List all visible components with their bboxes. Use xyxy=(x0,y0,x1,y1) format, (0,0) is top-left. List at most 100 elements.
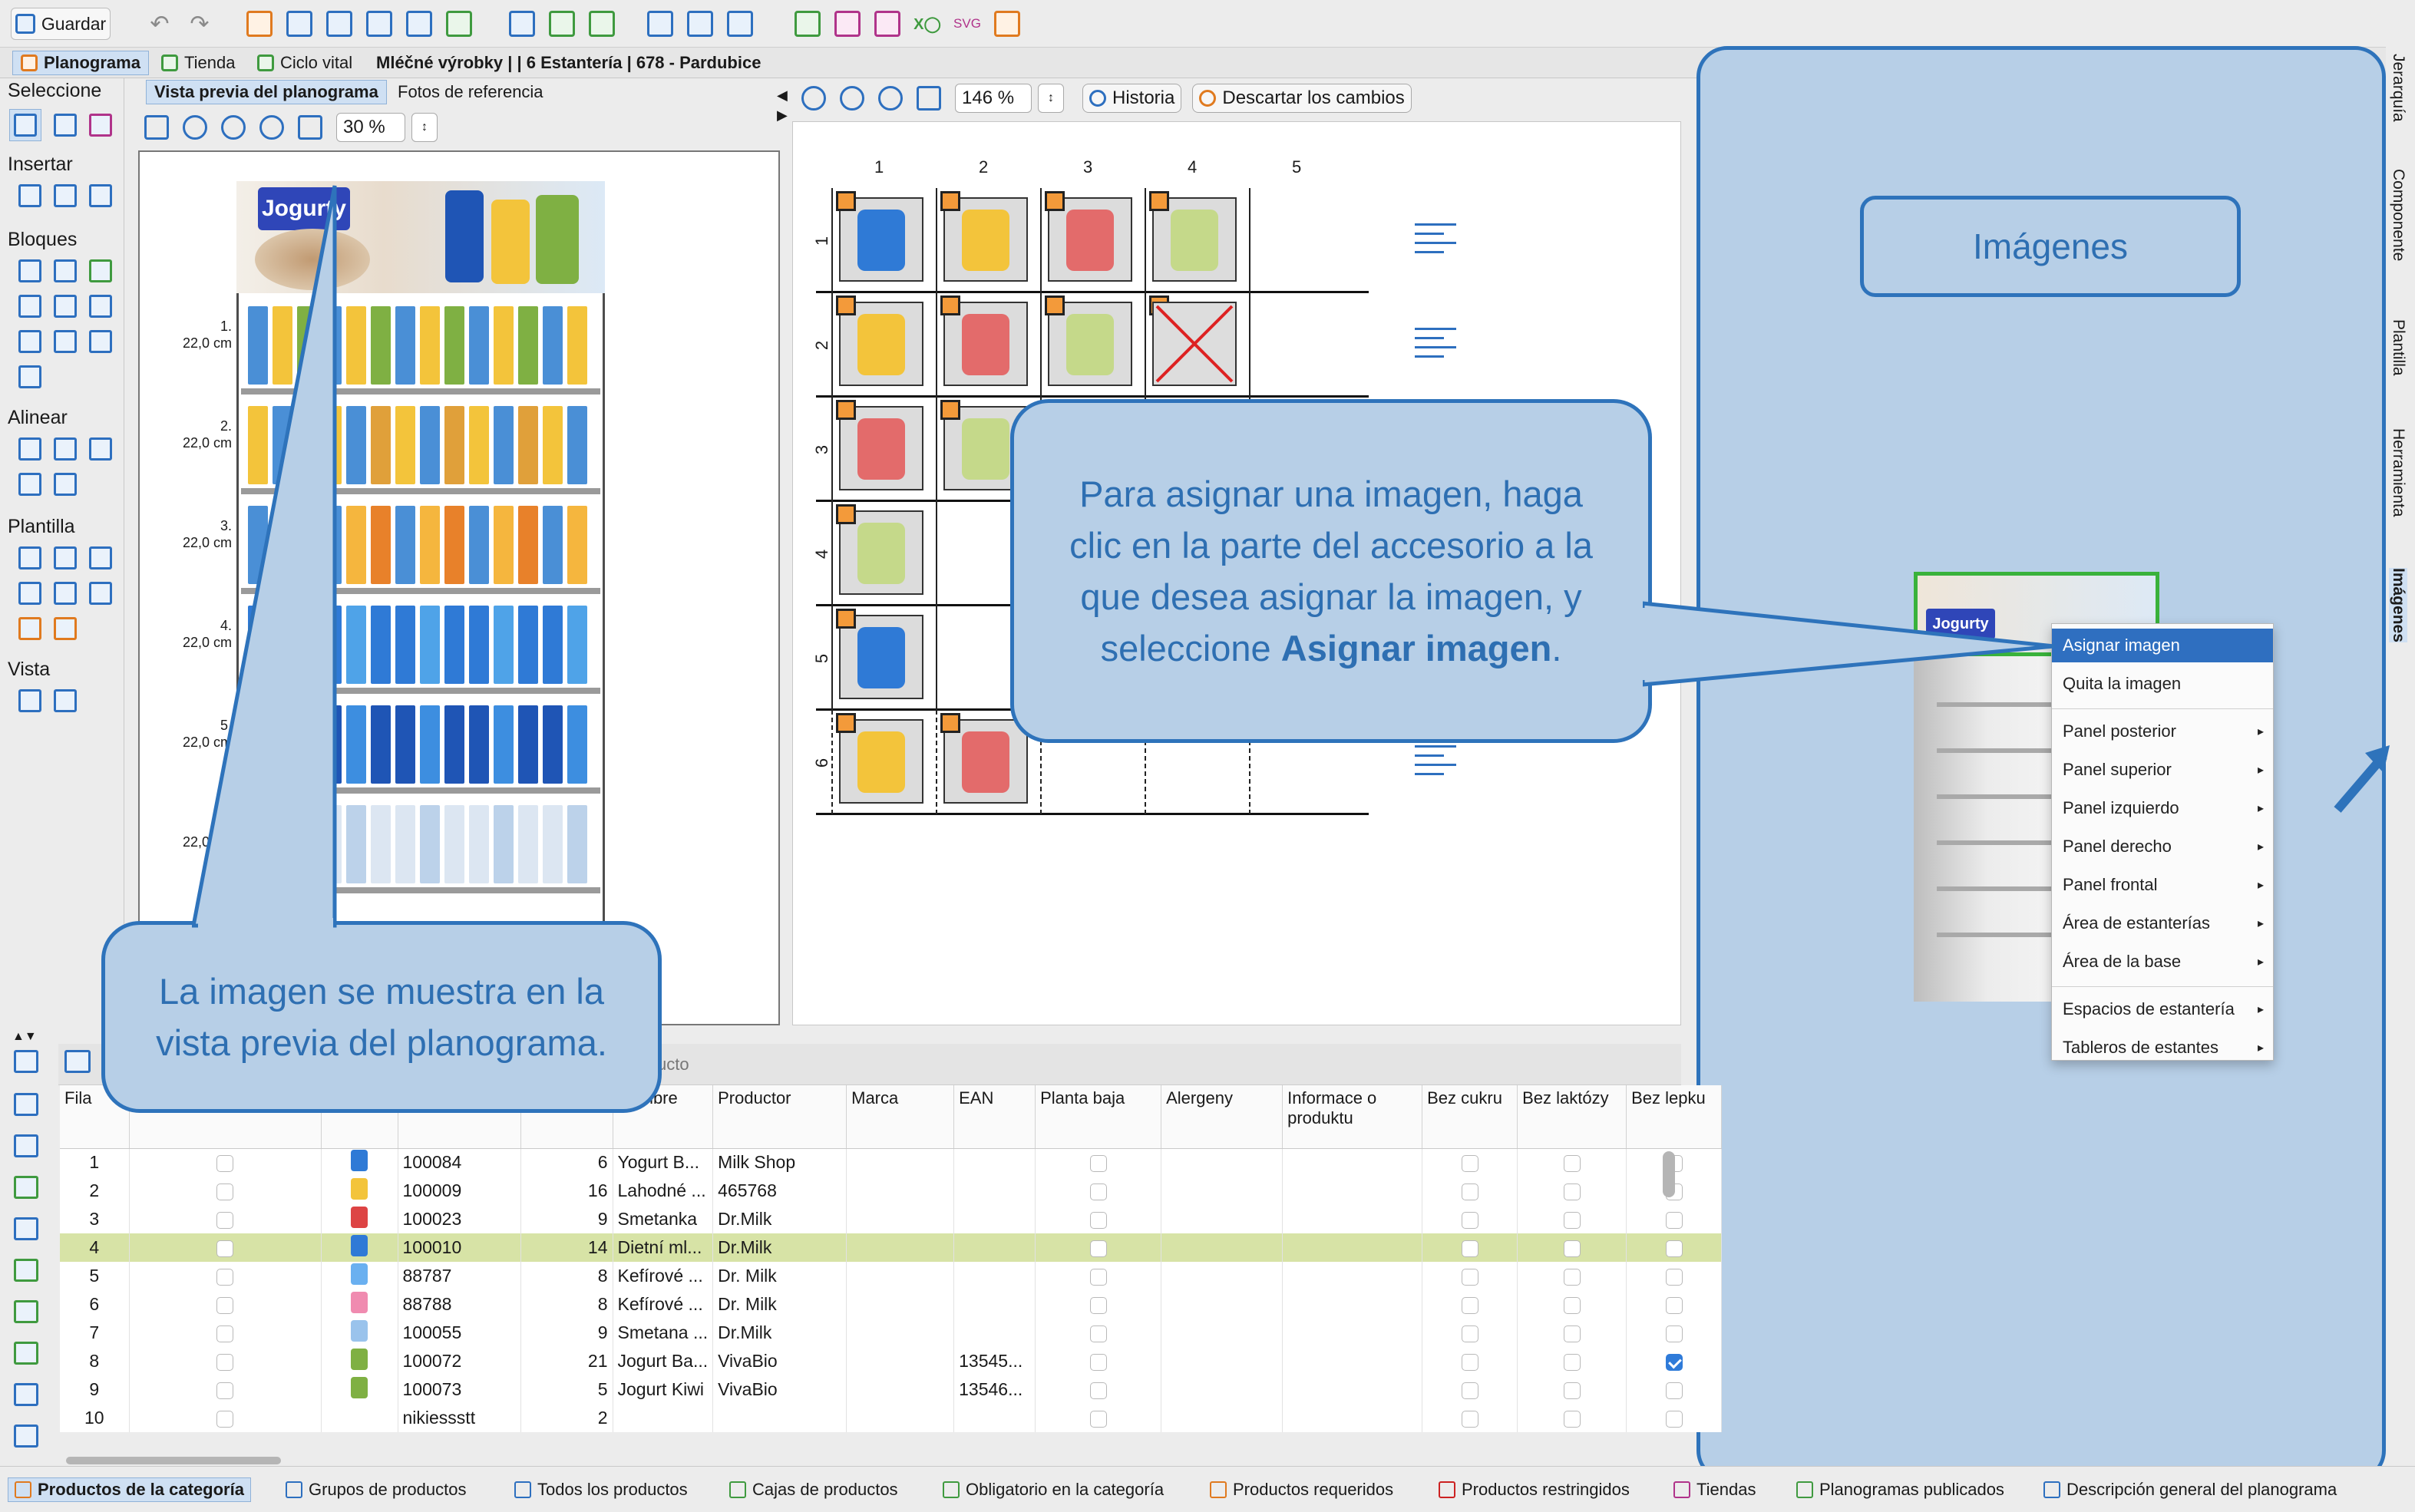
sugar-free-checkbox[interactable] xyxy=(1461,1296,1478,1314)
lactose-free-checkbox[interactable] xyxy=(1563,1155,1581,1173)
category-tab[interactable]: Tiendas xyxy=(1673,1477,1756,1502)
block-move-icon[interactable] xyxy=(18,330,41,353)
grid-zoom-stepper[interactable]: ↕ xyxy=(1038,84,1064,113)
template-icon[interactable] xyxy=(18,546,41,569)
block-merge-icon[interactable] xyxy=(89,330,112,353)
marked-checkbox[interactable] xyxy=(216,1183,233,1200)
gluten-free-checkbox[interactable] xyxy=(1665,1410,1683,1428)
marked-checkbox[interactable] xyxy=(216,1382,233,1399)
table-vertical-scrollbar[interactable] xyxy=(1663,1151,1675,1197)
position-marker[interactable] xyxy=(836,400,856,420)
history-button[interactable]: Historia xyxy=(1082,84,1182,113)
lactose-free-checkbox[interactable] xyxy=(1563,1325,1581,1342)
column-header[interactable]: Bez lepku xyxy=(1626,1085,1723,1149)
template-warning-icon[interactable] xyxy=(54,617,77,640)
column-header[interactable]: Informace o produktu xyxy=(1282,1085,1423,1149)
block-layout-icon[interactable] xyxy=(18,365,41,388)
sugar-free-checkbox[interactable] xyxy=(1461,1211,1478,1229)
menu-item[interactable]: Área de estanterías ▸ xyxy=(2052,906,2273,940)
preview-zoom-stepper[interactable]: ↕ xyxy=(411,113,438,142)
menu-item[interactable]: Panel frontal ▸ xyxy=(2052,868,2273,902)
gluten-free-checkbox[interactable] xyxy=(1665,1296,1683,1314)
align-left-icon[interactable] xyxy=(18,437,41,461)
select-area-icon[interactable] xyxy=(54,114,77,137)
camera-icon[interactable] xyxy=(364,8,395,40)
category-tab[interactable]: Planogramas publicados xyxy=(1796,1477,2004,1502)
marked-checkbox[interactable] xyxy=(216,1240,233,1257)
vtab-tool[interactable]: Herramienta xyxy=(2389,428,2407,517)
menu-item[interactable]: Área de la base ▸ xyxy=(2052,945,2273,979)
open-external-icon[interactable] xyxy=(144,115,169,140)
block-3d-icon[interactable] xyxy=(89,259,112,282)
tab-planogram[interactable]: Planograma xyxy=(12,51,149,75)
ground-floor-checkbox[interactable] xyxy=(1089,1183,1107,1200)
house-icon[interactable] xyxy=(725,8,755,40)
table-settings-icon[interactable] xyxy=(64,1050,91,1073)
discard-changes-button[interactable]: Descartar los cambios xyxy=(1192,84,1412,113)
column-header[interactable]: Alergeny xyxy=(1161,1085,1283,1149)
zoom-out-icon[interactable] xyxy=(840,86,864,111)
collapse-up-icon[interactable]: ▲▼ xyxy=(12,1030,37,1044)
vtab-hierarchy[interactable]: Jerarquía xyxy=(2389,54,2407,122)
tab-lifecycle[interactable]: Ciclo vital xyxy=(249,51,360,75)
category-tab[interactable]: Obligatorio en la categoría xyxy=(943,1477,1164,1502)
menu-item[interactable]: Tableros de estantes ▸ xyxy=(2052,1031,2273,1065)
ground-floor-checkbox[interactable] xyxy=(1089,1410,1107,1428)
block-icon[interactable] xyxy=(18,259,41,282)
lactose-free-checkbox[interactable] xyxy=(1563,1240,1581,1257)
zoom-fit-icon[interactable] xyxy=(878,86,903,111)
insert-text-icon[interactable] xyxy=(89,184,112,207)
map-pin-icon[interactable] xyxy=(792,8,823,40)
gluten-free-checkbox[interactable] xyxy=(1665,1382,1683,1399)
zoom-fit-icon[interactable] xyxy=(259,115,284,140)
planogram-view-icon[interactable] xyxy=(507,8,537,40)
gluten-free-checkbox[interactable] xyxy=(1665,1268,1683,1286)
table-row[interactable]: 9 100073 5 Jogurt Kiwi VivaBio 13546... xyxy=(60,1375,1723,1404)
view-swap-icon[interactable] xyxy=(18,689,41,712)
marked-checkbox[interactable] xyxy=(216,1325,233,1342)
tab-planogram-preview[interactable]: Vista previa del planograma xyxy=(146,80,387,104)
marked-checkbox[interactable] xyxy=(216,1353,233,1371)
marked-checkbox[interactable] xyxy=(216,1410,233,1428)
undo-icon[interactable]: ↶ xyxy=(144,8,175,40)
table-row[interactable]: 5 88787 8 Kefírové ... Dr. Milk xyxy=(60,1262,1723,1290)
hierarchy-icon[interactable] xyxy=(444,8,474,40)
sugar-free-checkbox[interactable] xyxy=(1461,1410,1478,1428)
gluten-free-checkbox[interactable] xyxy=(1665,1325,1683,1342)
ground-floor-checkbox[interactable] xyxy=(1089,1382,1107,1399)
table-row[interactable]: 10 nikiessstt 2 xyxy=(60,1404,1723,1432)
category-tab[interactable]: Productos requeridos xyxy=(1210,1477,1393,1502)
lactose-free-checkbox[interactable] xyxy=(1563,1410,1581,1428)
table-row[interactable]: 3 100023 9 Smetanka Dr.Milk xyxy=(60,1205,1723,1233)
marked-checkbox[interactable] xyxy=(216,1296,233,1314)
ground-floor-checkbox[interactable] xyxy=(1089,1325,1107,1342)
marked-checkbox[interactable] xyxy=(216,1211,233,1229)
zoom-frame-icon[interactable] xyxy=(298,115,322,140)
category-tab[interactable]: Descripción general del planograma xyxy=(2043,1477,2337,1502)
block-copy-icon[interactable] xyxy=(89,295,112,318)
ground-floor-checkbox[interactable] xyxy=(1089,1296,1107,1314)
building-icon[interactable] xyxy=(685,8,715,40)
menu-item[interactable]: Panel izquierdo ▸ xyxy=(2052,791,2273,825)
template-bars-icon[interactable] xyxy=(18,617,41,640)
vtab-template[interactable]: Plantilla xyxy=(2389,319,2407,376)
vtab-component[interactable]: Componente xyxy=(2389,169,2407,261)
chart-icon[interactable] xyxy=(14,1425,38,1448)
tab-product-partial[interactable]: ucto xyxy=(657,1055,689,1075)
lactose-free-checkbox[interactable] xyxy=(1563,1353,1581,1371)
save-button[interactable]: Guardar xyxy=(11,8,111,40)
columns-icon[interactable] xyxy=(324,8,355,40)
sugar-free-checkbox[interactable] xyxy=(1461,1268,1478,1286)
menu-item[interactable]: Panel posterior ▸ xyxy=(2052,715,2273,748)
position-marker[interactable] xyxy=(836,609,856,629)
tab-store[interactable]: Tienda xyxy=(154,51,243,75)
table-row[interactable]: 1 100084 6 Yogurt B... Milk Shop xyxy=(60,1148,1723,1177)
position-marker[interactable] xyxy=(1149,191,1169,211)
lactose-free-checkbox[interactable] xyxy=(1563,1296,1581,1314)
insert-shelf-icon[interactable] xyxy=(18,184,41,207)
align-columns-icon[interactable] xyxy=(54,473,77,496)
align-right-icon[interactable] xyxy=(89,437,112,461)
collapse-left-icon[interactable]: ◀ xyxy=(777,87,788,104)
export-pdf-icon[interactable] xyxy=(832,8,863,40)
preview-zoom-field[interactable]: 30 % xyxy=(336,113,405,142)
